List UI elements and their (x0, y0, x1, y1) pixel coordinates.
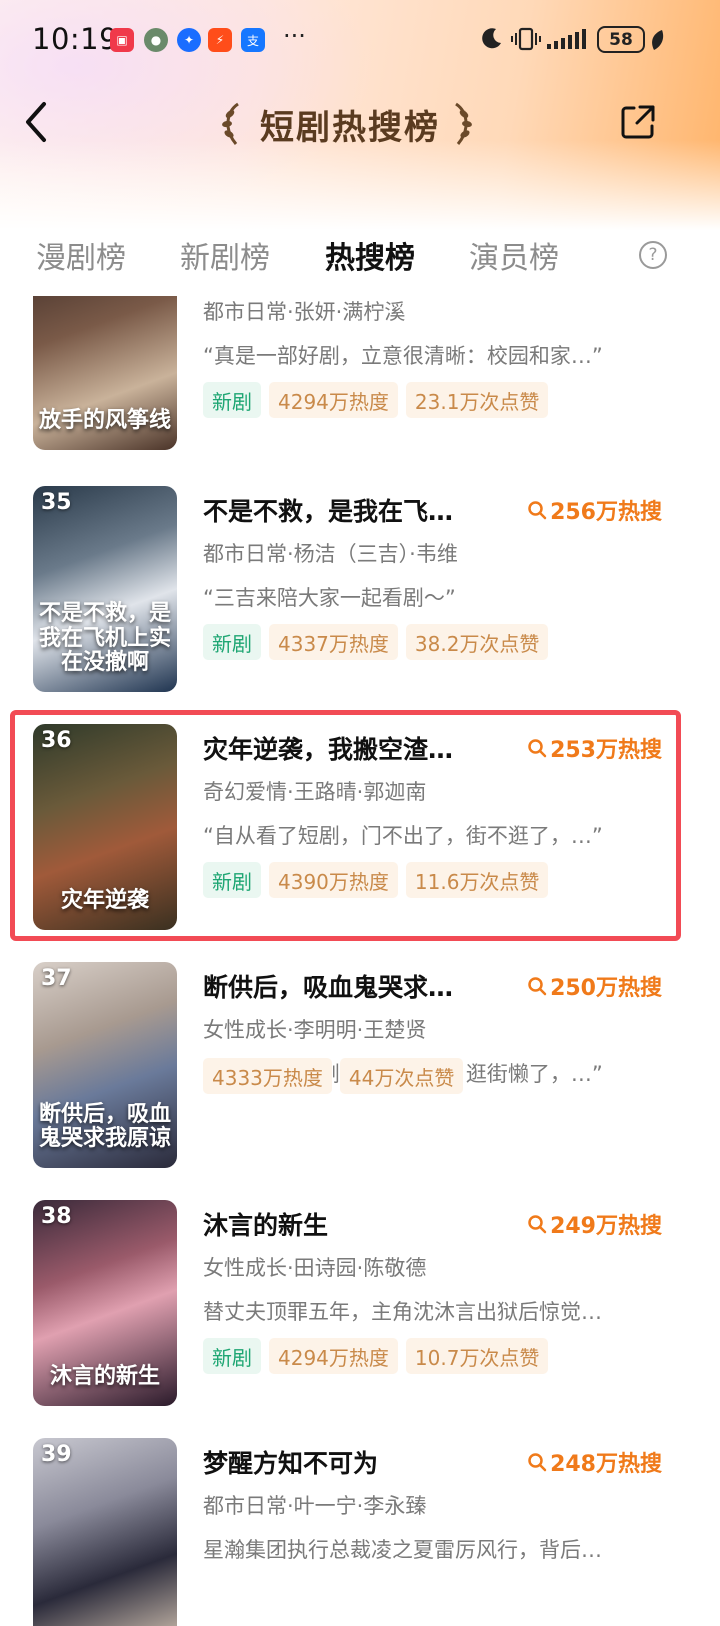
drama-quote: “真是一部好剧，立意很清晰：校园和家…” (203, 344, 603, 368)
drama-title: 灾年逆袭，我搬空渣… (203, 735, 454, 764)
likes-tag: 44万次点赞 (339, 1058, 464, 1094)
tab-hot-search[interactable]: 热搜榜 (325, 233, 415, 277)
drama-meta: 都市日常·杨洁（三吉）·韦维 (203, 542, 458, 566)
search-icon (528, 1215, 547, 1234)
hot-search-label: 256万热搜 (550, 500, 662, 525)
hot-search-count: 249万热搜 (527, 1208, 662, 1240)
bulb-notification-icon: ✦ (177, 28, 201, 52)
list-item[interactable]: 39 梦醒方知不可为 248万热搜 都市日常·叶一宁·李永臻 星瀚集团执行总裁凌… (0, 1438, 720, 1626)
hot-search-count: 250万热搜 (527, 970, 662, 1002)
likes-tag: 38.2万次点赞 (405, 624, 549, 660)
drama-quote: “自从看了短剧，门不出了，街不逛了，…” (203, 824, 603, 848)
drama-title: 不是不救，是我在飞… (203, 497, 454, 526)
battery-indicator: 58 (597, 26, 645, 53)
likes-tag: 23.1万次点赞 (405, 382, 549, 418)
drama-cover: 37 断供后，吸血鬼哭求我原谅 (33, 962, 177, 1168)
share-icon[interactable] (618, 102, 658, 142)
tag-row: 新剧 4294万热度 23.1万次点赞 (203, 382, 549, 418)
search-icon (528, 501, 547, 520)
signal-icon (547, 29, 586, 49)
drama-meta: 女性成长·田诗园·陈敬德 (203, 1256, 427, 1280)
search-icon (528, 1453, 547, 1472)
search-icon (528, 977, 547, 996)
drama-quote: 星瀚集团执行总裁凌之夏雷厉风行，背后… (203, 1538, 602, 1562)
list-item[interactable]: 36 灾年逆袭 灾年逆袭，我搬空渣… 253万热搜 奇幻爱情·王路晴·郭迦南 “… (0, 724, 720, 944)
heat-tag: 4294万热度 (269, 382, 398, 418)
rank-number: 36 (41, 728, 72, 753)
drama-cover: 35 不是不救，是我在飞机上实在没撤啊 (33, 486, 177, 692)
alipay-notification-icon: 支 (241, 28, 265, 52)
back-icon[interactable] (18, 96, 54, 148)
list-item[interactable]: 放手的风筝线 都市日常·张妍·满柠溪 “真是一部好剧，立意很清晰：校园和家…” … (0, 296, 720, 464)
heat-tag: 4294万热度 (269, 1338, 398, 1374)
list-item[interactable]: 35 不是不救，是我在飞机上实在没撤啊 不是不救，是我在飞… 256万热搜 都市… (0, 486, 720, 706)
cover-title: 灾年逆袭 (60, 886, 149, 913)
tag-row: 4333万热度 44万次点赞 (203, 1058, 464, 1094)
tag-row: 新剧 4390万热度 11.6万次点赞 (203, 862, 549, 898)
hot-search-count: 248万热搜 (527, 1446, 662, 1478)
help-icon[interactable]: ? (639, 241, 667, 269)
drama-cover: 放手的风筝线 (33, 296, 177, 450)
hot-search-label: 253万热搜 (550, 738, 662, 763)
heat-tag: 4333万热度 (203, 1058, 332, 1094)
drama-cover: 38 沐言的新生 (33, 1200, 177, 1406)
list-item[interactable]: 38 沐言的新生 沐言的新生 249万热搜 女性成长·田诗园·陈敬德 替丈夫顶罪… (0, 1200, 720, 1420)
new-tag: 新剧 (203, 1338, 261, 1374)
heat-tag: 4337万热度 (269, 624, 398, 660)
rank-number: 38 (41, 1204, 72, 1229)
heat-tag: 4390万热度 (269, 862, 398, 898)
new-tag: 新剧 (203, 382, 261, 418)
avatar-notification-icon: ● (144, 28, 168, 52)
tag-row: 新剧 4337万热度 38.2万次点赞 (203, 624, 549, 660)
drama-title: 梦醒方知不可为 (203, 1449, 379, 1478)
tab-actor[interactable]: 演员榜 (469, 233, 559, 277)
rank-number: 39 (41, 1442, 72, 1467)
drama-title: 沐言的新生 (203, 1211, 329, 1240)
hot-search-count: 256万热搜 (527, 494, 662, 526)
status-time: 10:19 (32, 22, 119, 56)
list-item[interactable]: 37 断供后，吸血鬼哭求我原谅 断供后，吸血鬼哭求… 250万热搜 女性成长·李… (0, 962, 720, 1182)
more-notifications-icon: ··· (283, 22, 306, 50)
status-bar: 10:19 ▣ ● ✦ ⚡ 支 ··· 58 (0, 0, 720, 80)
drama-cover: 36 灾年逆袭 (33, 724, 177, 930)
eco-leaf-icon (652, 30, 664, 50)
lightning-notification-icon: ⚡ (208, 28, 232, 52)
hot-search-count: 253万热搜 (527, 732, 662, 764)
likes-tag: 11.6万次点赞 (405, 862, 549, 898)
search-icon (528, 739, 547, 758)
rank-number: 37 (41, 966, 72, 991)
do-not-disturb-icon (482, 28, 501, 49)
hot-search-label: 250万热搜 (550, 976, 662, 1001)
drama-meta: 女性成长·李明明·王楚贤 (203, 1018, 427, 1042)
drama-meta: 奇幻爱情·王路晴·郭迦南 (203, 780, 427, 804)
drama-quote: 替丈夫顶罪五年，主角沈沐言出狱后惊觉… (203, 1300, 602, 1324)
hot-search-label: 248万热搜 (550, 1452, 662, 1477)
drama-cover: 39 (33, 1438, 177, 1626)
new-tag: 新剧 (203, 862, 261, 898)
app-notification-icon: ▣ (110, 28, 134, 52)
ranking-list: 放手的风筝线 都市日常·张妍·满柠溪 “真是一部好剧，立意很清晰：校园和家…” … (0, 296, 720, 1626)
vibrate-icon (511, 27, 541, 51)
tab-new-drama[interactable]: 新剧榜 (180, 233, 270, 277)
drama-meta: 都市日常·张妍·满柠溪 (203, 300, 406, 324)
page-title-wrap: 短剧热搜榜 (220, 96, 480, 152)
cover-title: 不是不救，是我在飞机上实在没撤啊 (39, 600, 172, 675)
rank-number: 35 (41, 490, 72, 515)
laurel-right-icon (455, 102, 472, 145)
cover-title: 放手的风筝线 (39, 406, 172, 433)
cover-title: 断供后，吸血鬼哭求我原谅 (39, 1100, 172, 1151)
new-tag: 新剧 (203, 624, 261, 660)
likes-tag: 10.7万次点赞 (405, 1338, 549, 1374)
drama-quote: “三吉来陪大家一起看剧～” (203, 586, 456, 610)
drama-meta: 都市日常·叶一宁·李永臻 (203, 1494, 427, 1518)
tag-row: 新剧 4294万热度 10.7万次点赞 (203, 1338, 549, 1374)
tab-comic-drama[interactable]: 漫剧榜 (36, 233, 126, 277)
cover-title: 沐言的新生 (49, 1362, 160, 1389)
hot-search-label: 249万热搜 (550, 1214, 662, 1239)
page-title: 短剧热搜榜 (260, 107, 440, 148)
drama-title: 断供后，吸血鬼哭求… (203, 973, 454, 1002)
